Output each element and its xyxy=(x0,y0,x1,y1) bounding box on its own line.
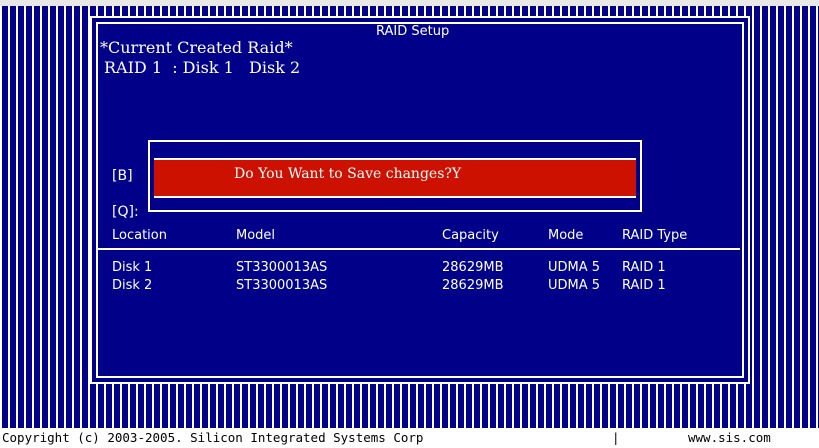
bios-screen: RAID Setup *Current Created Raid* RAID 1… xyxy=(0,0,819,428)
cell-mode: UDMA 5 xyxy=(548,278,601,293)
cell-model: ST3300013AS xyxy=(236,278,328,293)
raid-setup-dialog: RAID Setup *Current Created Raid* RAID 1… xyxy=(90,16,750,384)
option-q-label[interactable]: [Q]: xyxy=(112,204,139,220)
top-strip xyxy=(0,0,819,6)
header-raid-type: RAID Type xyxy=(622,228,688,243)
cell-location: Disk 1 xyxy=(112,260,153,275)
dialog-title: RAID Setup xyxy=(370,24,456,39)
current-raid-info: RAID 1 : Disk 1 Disk 2 xyxy=(104,58,301,77)
table-row[interactable]: Disk 2 ST3300013AS 28629MB UDMA 5 RAID 1 xyxy=(98,278,740,296)
header-mode: Mode xyxy=(548,228,584,243)
cell-raid-type: RAID 1 xyxy=(622,260,666,275)
header-model: Model xyxy=(236,228,276,243)
header-location: Location xyxy=(112,228,167,243)
cell-capacity: 28629MB xyxy=(442,278,504,293)
current-raid-title: *Current Created Raid* xyxy=(98,38,295,57)
save-confirm-dialog: Do You Want to Save changes?Y xyxy=(148,140,642,212)
status-bar: Copyright (c) 2003-2005. Silicon Integra… xyxy=(0,428,819,448)
header-capacity: Capacity xyxy=(442,228,499,243)
cell-capacity: 28629MB xyxy=(442,260,504,275)
cell-raid-type: RAID 1 xyxy=(622,278,666,293)
copyright-text: Copyright (c) 2003-2005. Silicon Integra… xyxy=(2,430,424,445)
status-divider: | xyxy=(612,430,620,445)
vendor-url: www.sis.com xyxy=(688,430,771,445)
cell-model: ST3300013AS xyxy=(236,260,328,275)
save-confirm-band[interactable]: Do You Want to Save changes?Y xyxy=(154,158,636,198)
save-confirm-prompt: Do You Want to Save changes?Y xyxy=(234,166,462,182)
option-b-label[interactable]: [B] xyxy=(112,168,133,184)
cell-mode: UDMA 5 xyxy=(548,260,601,275)
cell-location: Disk 2 xyxy=(112,278,153,293)
table-header-divider xyxy=(98,248,740,250)
table-row[interactable]: Disk 1 ST3300013AS 28629MB UDMA 5 RAID 1 xyxy=(98,260,740,278)
